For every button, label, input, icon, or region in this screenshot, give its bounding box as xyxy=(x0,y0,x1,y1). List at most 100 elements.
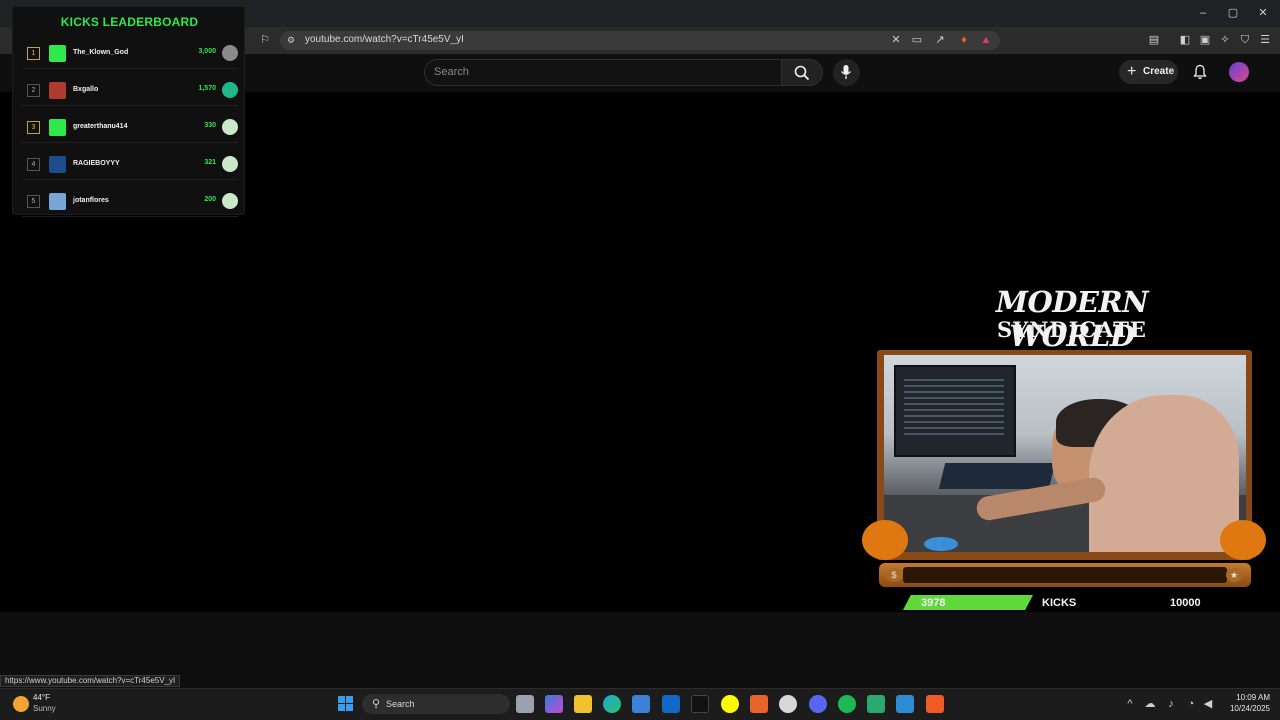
url-text[interactable]: youtube.com/watch?v=cTr45e5V_yI xyxy=(305,34,464,45)
wallet-icon[interactable]: ▣ xyxy=(1197,33,1213,47)
leaderboard-badge-icon xyxy=(222,156,238,172)
leaderboard-badge-icon xyxy=(222,119,238,135)
leaderboard-score: 321 xyxy=(204,159,216,166)
search-icon xyxy=(794,65,810,81)
network-icon[interactable]: ☁ xyxy=(1142,697,1158,711)
start-button[interactable] xyxy=(338,696,353,711)
leaderboard-badge-icon xyxy=(222,193,238,209)
minimize-button[interactable]: – xyxy=(1188,4,1218,22)
leaderboard-row: 2 Bxgallo 1,570 xyxy=(22,76,238,106)
search-button[interactable] xyxy=(781,59,823,86)
leaderboard-row: 1 The_Klown_God 3,000 xyxy=(22,39,238,69)
task-view-icon[interactable] xyxy=(516,695,534,713)
leaderboard-score: 200 xyxy=(204,196,216,203)
cast-icon[interactable]: ▭ xyxy=(909,33,925,47)
monitor-text-lines xyxy=(904,379,1004,439)
sidebar-toggle-icon[interactable]: ◧ xyxy=(1177,33,1193,47)
create-label: Create xyxy=(1143,66,1175,77)
tab-search-icon[interactable]: ▤ xyxy=(1146,33,1162,47)
wifi-icon[interactable]: ◔ xyxy=(1183,697,1199,711)
leaderboard-rank: 2 xyxy=(27,84,40,97)
discord-icon[interactable] xyxy=(809,695,827,713)
account-avatar[interactable] xyxy=(1229,62,1249,82)
terminal-icon[interactable] xyxy=(867,695,885,713)
taskbar-search-icon: ⚲ xyxy=(371,698,381,710)
volume-icon[interactable]: ◀ xyxy=(1200,697,1216,711)
share-icon[interactable]: ↗ xyxy=(932,33,948,47)
vpn-icon[interactable]: ⛉ xyxy=(1237,33,1253,47)
leaderboard-score: 1,570 xyxy=(198,85,216,92)
leaderboard-avatar xyxy=(49,82,66,99)
mute-tab-icon[interactable]: ✕ xyxy=(888,33,904,47)
below-video-area xyxy=(0,612,1280,688)
leaderboard-username: The_Klown_God xyxy=(73,49,129,56)
leaderboard-username: Bxgallo xyxy=(73,86,99,93)
leaderboard-row: 5 jotanflores 200 xyxy=(22,187,238,217)
person-hoodie xyxy=(1089,395,1239,552)
kicks-current-count: 3978 xyxy=(921,597,946,609)
taskbar-search-label: Search xyxy=(386,699,415,709)
file-explorer-icon[interactable] xyxy=(574,695,592,713)
facebook-app-icon[interactable] xyxy=(896,695,914,713)
show-hidden-icons-chevron-icon[interactable]: ^ xyxy=(1122,697,1138,711)
search-placeholder: Search xyxy=(434,66,469,78)
youtube-search-input[interactable] xyxy=(424,59,782,86)
voice-search-button[interactable] xyxy=(833,59,860,86)
leo-ai-icon[interactable]: ✧ xyxy=(1217,33,1233,47)
brand-title-line2: SYNDICATE xyxy=(997,317,1147,342)
brave-taskbar-icon[interactable] xyxy=(926,695,944,713)
copilot-icon[interactable] xyxy=(545,695,563,713)
bookmark-icon[interactable]: ⚐ xyxy=(257,33,273,47)
pumpkin-decoration-left xyxy=(862,520,908,560)
store-icon[interactable] xyxy=(632,695,650,713)
weather-sun-icon[interactable] xyxy=(13,696,29,712)
kicks-leaderboard: KICKS LEADERBOARD 1 The_Klown_God 3,000 2 Bx… xyxy=(12,6,245,217)
clock-time[interactable]: 10:09 AM xyxy=(1224,693,1270,702)
leaderboard-badge-icon xyxy=(222,45,238,61)
taskbar-search-box[interactable] xyxy=(362,694,510,714)
leaderboard-row: 3 greaterthanu414 330 xyxy=(22,113,238,143)
overlay-bottom-panel xyxy=(903,567,1227,583)
brave-shields-icon[interactable]: ♦ xyxy=(956,33,972,47)
webcam-feed xyxy=(884,355,1246,552)
leaderboard-rank: 3 xyxy=(27,121,40,134)
create-button[interactable]: + Create xyxy=(1119,60,1178,84)
tiktok-icon[interactable] xyxy=(691,695,709,713)
leaderboard-avatar xyxy=(49,156,66,173)
leaderboard-username: jotanflores xyxy=(73,197,109,204)
leaderboard-avatar xyxy=(49,119,66,136)
kicks-label: KICKS xyxy=(1042,597,1077,609)
snapchat-icon[interactable] xyxy=(721,695,739,713)
orange-app-icon[interactable] xyxy=(750,695,768,713)
edge-icon[interactable] xyxy=(603,695,621,713)
dollar-coin-icon: $ xyxy=(886,568,902,582)
weather-description[interactable]: Sunny xyxy=(33,704,56,713)
menu-icon[interactable]: ☰ xyxy=(1257,33,1273,47)
brave-rewards-icon[interactable]: ▲ xyxy=(978,33,994,47)
keyboard-shape xyxy=(938,463,1056,489)
leaderboard-username: greaterthanu414 xyxy=(73,123,128,130)
steam-icon[interactable] xyxy=(779,695,797,713)
notifications-bell-icon[interactable] xyxy=(1192,64,1208,80)
spotify-icon[interactable] xyxy=(838,695,856,713)
leaderboard-title: KICKS LEADERBOARD xyxy=(60,15,199,29)
maximize-button[interactable]: ▢ xyxy=(1218,4,1248,22)
close-window-button[interactable]: ✕ xyxy=(1248,4,1278,22)
leaderboard-row: 4 RAGIEBOYYY 321 xyxy=(22,150,238,180)
plus-icon: + xyxy=(1127,63,1137,80)
leaderboard-avatar xyxy=(49,193,66,210)
leaderboard-rank: 5 xyxy=(27,195,40,208)
microphone-tray-icon[interactable]: ♪ xyxy=(1163,697,1179,711)
site-info-icon[interactable]: ⚙ xyxy=(283,33,299,47)
leaderboard-score: 3,000 xyxy=(198,48,216,55)
windows-logo-icon xyxy=(338,696,353,711)
leaderboard-username: RAGIEBOYYY xyxy=(73,160,120,167)
leaderboard-badge-icon xyxy=(222,82,238,98)
clock-date[interactable]: 10/24/2025 xyxy=(1218,704,1270,713)
weather-temperature[interactable]: 44°F xyxy=(33,693,50,702)
leaderboard-rank: 4 xyxy=(27,158,40,171)
outlook-icon[interactable] xyxy=(662,695,680,713)
mouse-shape xyxy=(924,537,958,551)
leaderboard-rank: 1 xyxy=(27,47,40,60)
kicks-goal-count: 10000 xyxy=(1170,597,1201,609)
